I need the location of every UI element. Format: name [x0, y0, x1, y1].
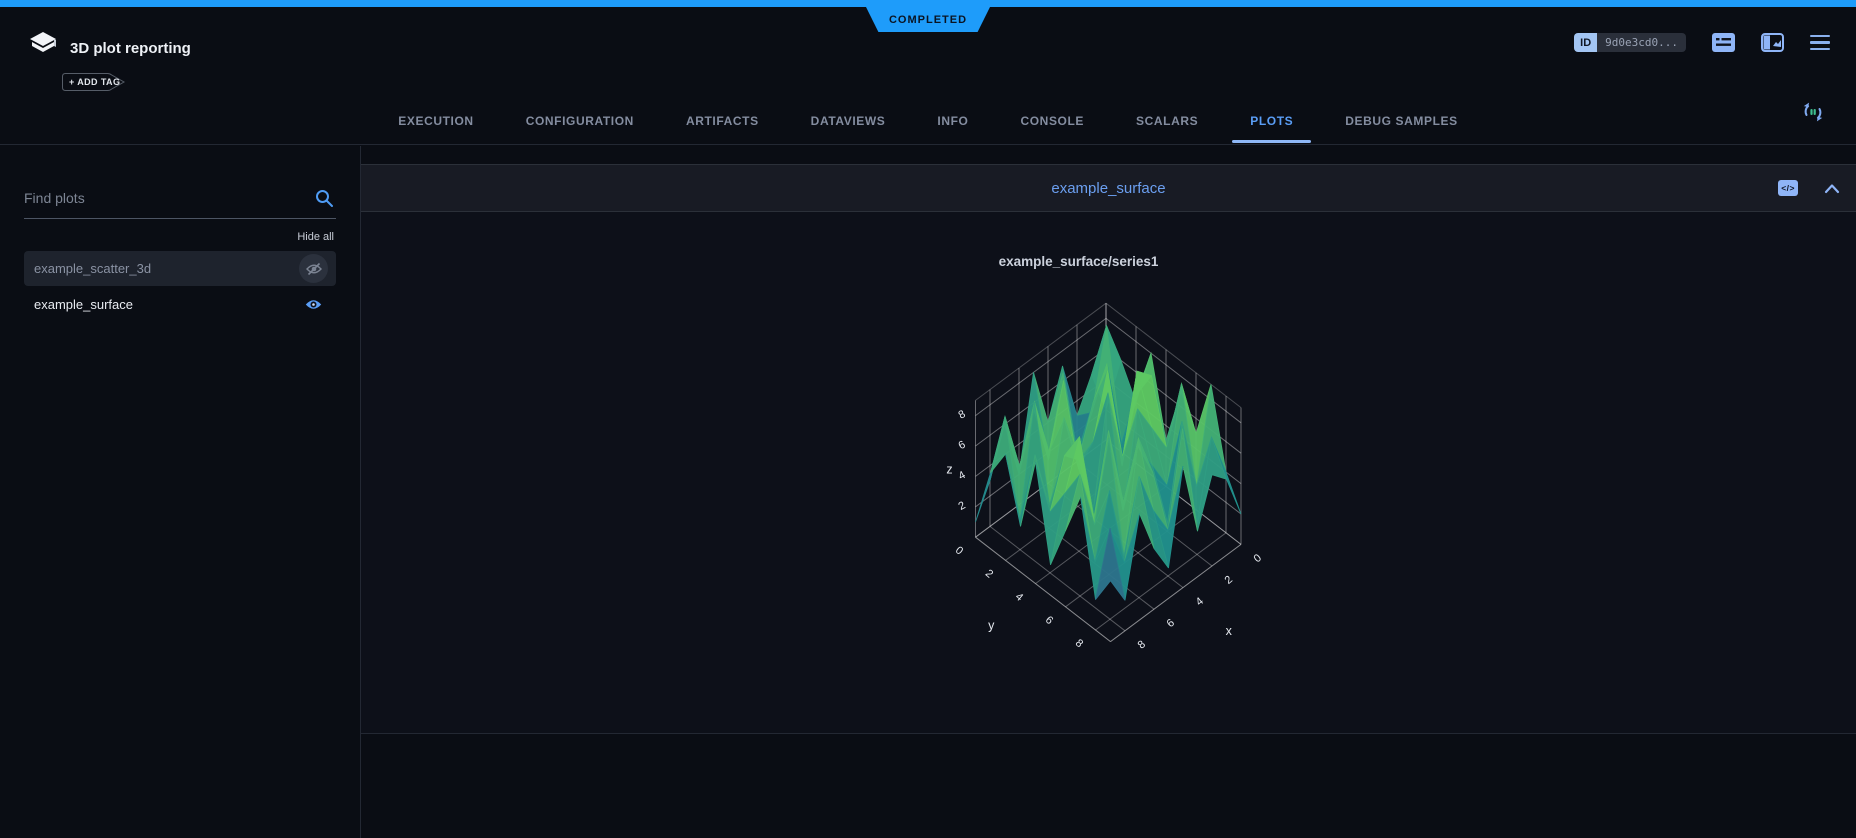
- svg-text:2: 2: [957, 499, 968, 512]
- auto-refresh-icon: [1800, 99, 1826, 125]
- tab-console[interactable]: CONSOLE: [1014, 114, 1090, 144]
- svg-text:2: 2: [983, 568, 995, 581]
- header-actions: ID 9d0e3cd0...: [1574, 33, 1830, 52]
- status-color-strip: [0, 0, 1856, 7]
- svg-text:8: 8: [957, 408, 968, 421]
- tab-artifacts[interactable]: ARTIFACTS: [680, 114, 765, 144]
- hide-all-button[interactable]: Hide all: [24, 231, 334, 243]
- tab-execution[interactable]: EXECUTION: [392, 114, 479, 144]
- auto-refresh-button[interactable]: [1800, 99, 1826, 130]
- list-item-example-surface[interactable]: example_surface: [24, 287, 336, 322]
- plot-panel-header: example_surface </>: [361, 165, 1856, 212]
- experiment-logo-icon: [28, 31, 58, 59]
- plot-item-label: example_surface: [34, 297, 133, 312]
- content-area: Hide all example_scatter_3d example_surf…: [0, 146, 1856, 838]
- collapse-panel-button[interactable]: [1824, 183, 1840, 194]
- svg-text:4: 4: [1013, 591, 1025, 604]
- svg-text:z: z: [946, 462, 952, 476]
- page-title: 3D plot reporting: [70, 40, 191, 57]
- svg-text:8: 8: [1136, 638, 1148, 651]
- tab-dataviews[interactable]: DATAVIEWS: [805, 114, 892, 144]
- plots-main: example_surface </> example_surface/seri…: [361, 146, 1856, 838]
- plot-canvas-area[interactable]: example_surface/series1 0 2 4 6 8 0 2 4 6 8 2 4 6 8 x y…: [361, 212, 1856, 734]
- plot-list: example_scatter_3d example_surface: [24, 251, 336, 322]
- status-badge: COMPLETED: [866, 7, 990, 32]
- tab-plots[interactable]: PLOTS: [1244, 114, 1299, 144]
- list-item-example-scatter-3d[interactable]: example_scatter_3d: [24, 251, 336, 286]
- layout-view-button[interactable]: [1761, 33, 1784, 52]
- svg-text:4: 4: [1194, 595, 1206, 608]
- svg-text:y: y: [988, 618, 995, 632]
- svg-text:2: 2: [1223, 574, 1235, 587]
- menu-bar: [1810, 41, 1830, 44]
- tab-info[interactable]: INFO: [931, 114, 974, 144]
- id-chip-label: ID: [1574, 33, 1597, 52]
- plot-panel: example_surface </> example_surface/seri…: [361, 164, 1856, 734]
- plot-item-label: example_scatter_3d: [34, 261, 151, 276]
- eye-off-icon: [306, 262, 322, 276]
- svg-text:6: 6: [957, 439, 968, 452]
- svg-text:0: 0: [1252, 552, 1264, 565]
- tab-debug-samples[interactable]: DEBUG SAMPLES: [1339, 114, 1463, 144]
- menu-button[interactable]: [1810, 35, 1830, 51]
- tab-scalars[interactable]: SCALARS: [1130, 114, 1204, 144]
- search-input[interactable]: [24, 186, 336, 218]
- surface-3d-chart[interactable]: 0 2 4 6 8 0 2 4 6 8 2 4 6 8 x y z: [861, 290, 1361, 690]
- svg-text:6: 6: [1165, 617, 1177, 630]
- chart-title: example_surface/series1: [361, 254, 1796, 269]
- svg-text:4: 4: [957, 469, 968, 482]
- menu-bar: [1810, 35, 1830, 38]
- eye-icon: [305, 298, 322, 311]
- toggle-visibility-button[interactable]: [299, 254, 328, 283]
- task-details-button[interactable]: [1712, 33, 1735, 52]
- panel-header-actions: </>: [1778, 165, 1840, 211]
- embed-code-icon[interactable]: </>: [1778, 180, 1798, 196]
- svg-text:6: 6: [1043, 614, 1055, 627]
- svg-text:0: 0: [953, 544, 965, 557]
- task-id-badge[interactable]: ID 9d0e3cd0...: [1574, 33, 1686, 52]
- toggle-visibility-button[interactable]: [299, 290, 328, 319]
- search-row: [24, 186, 336, 219]
- details-card-icon: [1712, 33, 1735, 52]
- split-view-icon: [1761, 33, 1784, 52]
- status-badge-label: COMPLETED: [889, 14, 967, 26]
- search-icon[interactable]: [314, 188, 334, 208]
- svg-text:x: x: [1226, 624, 1233, 638]
- svg-text:8: 8: [1073, 637, 1085, 650]
- menu-bar: [1810, 48, 1830, 51]
- chevron-up-icon: [1824, 183, 1840, 194]
- id-value: 9d0e3cd0...: [1597, 33, 1686, 52]
- tab-configuration[interactable]: CONFIGURATION: [520, 114, 640, 144]
- tab-bar: EXECUTION CONFIGURATION ARTIFACTS DATAVI…: [0, 85, 1856, 145]
- plots-sidebar: Hide all example_scatter_3d example_surf…: [0, 146, 361, 838]
- plot-panel-title: example_surface: [1051, 180, 1165, 197]
